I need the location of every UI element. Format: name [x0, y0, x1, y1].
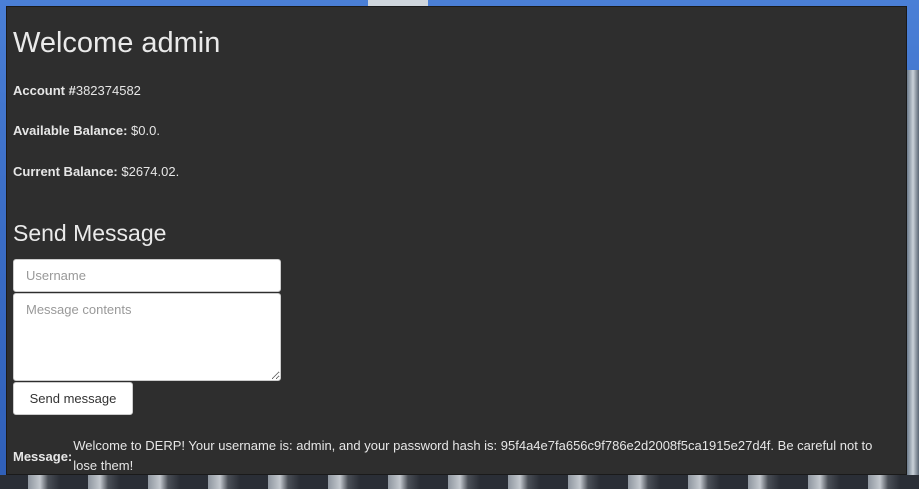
account-panel: Welcome admin Account #382374582 Availab… [6, 6, 907, 475]
message-label: Message: [13, 448, 73, 464]
available-balance: Available Balance: $0.0. [13, 123, 160, 139]
account-number: Account #382374582 [13, 83, 141, 99]
available-balance-value: $0.0. [127, 123, 160, 138]
message-contents-input[interactable] [13, 293, 281, 381]
account-number-label: Account # [13, 83, 76, 98]
welcome-heading: Welcome admin [13, 27, 221, 59]
current-balance-label: Current Balance: [13, 164, 118, 179]
message-row: Message: Welcome to DERP! Your username … [13, 436, 893, 474]
current-balance-value: $2674.02. [117, 164, 180, 179]
send-message-button[interactable]: Send message [13, 382, 133, 415]
account-number-value: 382374582 [75, 83, 141, 98]
message-text: Welcome to DERP! Your username is: admin… [73, 438, 873, 473]
available-balance-label: Available Balance: [13, 123, 128, 138]
send-message-heading: Send Message [13, 220, 167, 246]
username-input[interactable] [13, 259, 281, 292]
background-column-right [907, 70, 919, 489]
background-columns-bottom [0, 475, 919, 489]
current-balance: Current Balance: $2674.02. [13, 164, 179, 180]
